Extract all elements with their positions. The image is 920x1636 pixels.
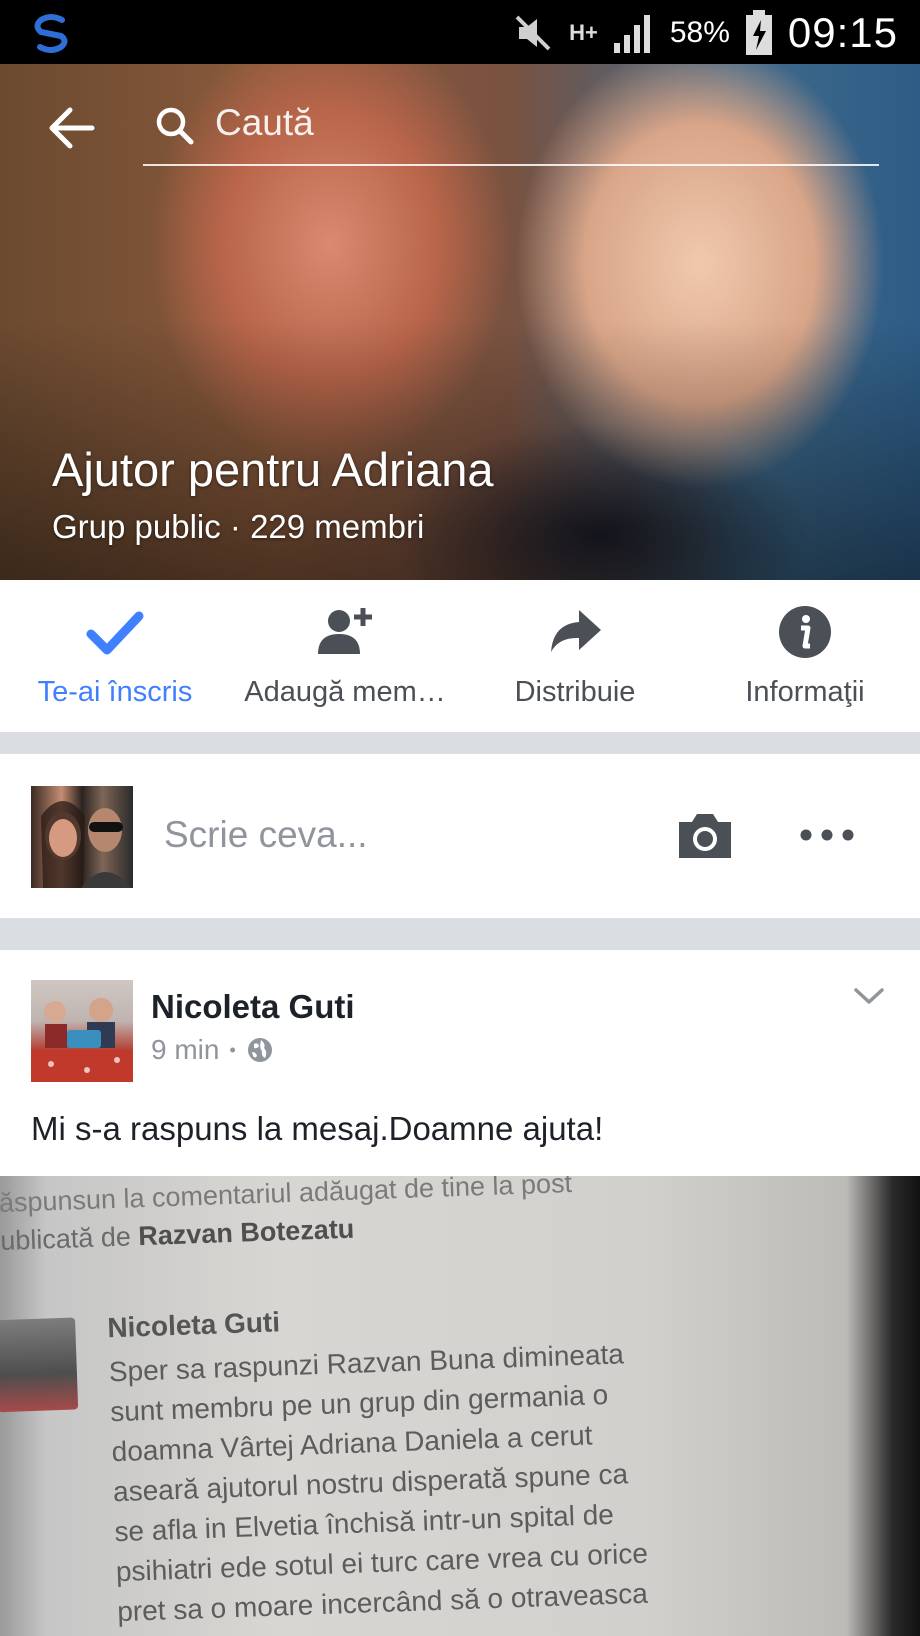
avatar-photo bbox=[41, 801, 131, 888]
app-logo-icon bbox=[34, 14, 68, 53]
screenshot-photo: ăspunsun la comentariul adăugat de tine … bbox=[0, 1176, 916, 1636]
search-placeholder: Caută bbox=[215, 102, 314, 143]
joined-button[interactable]: Te-ai înscris bbox=[0, 580, 230, 732]
post-image[interactable]: ăspunsun la comentariul adăugat de tine … bbox=[0, 1176, 920, 1636]
image-text-line: ublicată de Razvan Botezatu bbox=[0, 1214, 355, 1257]
signal-icon bbox=[613, 15, 650, 53]
post-text: Mi s-a raspuns la mesaj.Doamne ajuta! bbox=[31, 1110, 604, 1147]
image-commenter-name: Nicoleta Guti bbox=[106, 1306, 281, 1344]
image-text-line: doamna Vârtej Adriana Daniela a cerut bbox=[111, 1419, 593, 1468]
add-members-button[interactable]: Adaugă mem… bbox=[230, 580, 460, 732]
globe-icon bbox=[247, 1038, 272, 1062]
network-type: H+ bbox=[569, 20, 598, 45]
battery-percent: 58% bbox=[669, 16, 730, 49]
chevron-down-icon[interactable] bbox=[852, 984, 886, 1010]
image-text-name: Razvan Botezatu bbox=[137, 1213, 355, 1252]
search-input[interactable]: Caută bbox=[143, 98, 879, 166]
section-divider bbox=[0, 918, 920, 950]
author-name[interactable]: Nicoleta Guti bbox=[151, 988, 355, 1026]
meta-separator: • bbox=[229, 1039, 236, 1060]
group-actions: Te-ai înscris Adaugă mem… Distribuie Inf… bbox=[0, 580, 920, 732]
author-avatar[interactable] bbox=[31, 980, 133, 1082]
user-avatar bbox=[31, 786, 133, 888]
add-members-label: Adaugă mem… bbox=[244, 676, 446, 708]
post-time[interactable]: 9 min bbox=[151, 1034, 219, 1066]
more-options-icon[interactable] bbox=[798, 820, 856, 850]
info-label: Informaţii bbox=[745, 676, 865, 708]
group-subtitle: Grup public · 229 membri bbox=[52, 508, 425, 545]
info-icon bbox=[779, 606, 831, 658]
top-bar: Caută bbox=[0, 64, 920, 176]
post-composer[interactable]: Scrie ceva... bbox=[0, 754, 920, 918]
search-icon bbox=[156, 107, 194, 145]
group-title: Ajutor pentru Adriana bbox=[52, 443, 494, 496]
info-button[interactable]: Informaţii bbox=[690, 580, 920, 732]
author-avatar-photo bbox=[31, 998, 133, 1082]
share-arrow-icon bbox=[551, 610, 601, 652]
image-text-line: ăspunsun la comentariul adăugat de tine … bbox=[0, 1176, 573, 1219]
add-person-icon bbox=[318, 608, 372, 654]
feed-post: Nicoleta Guti 9 min • Mi s-a raspuns la … bbox=[0, 950, 920, 1636]
image-text-prefix: ublicată de bbox=[0, 1221, 132, 1257]
joined-label: Te-ai înscris bbox=[37, 676, 193, 708]
battery-charging-icon bbox=[745, 10, 772, 55]
section-divider bbox=[0, 732, 920, 754]
post-meta: 9 min • bbox=[151, 1034, 274, 1066]
back-arrow-icon[interactable] bbox=[44, 100, 100, 156]
clock: 09:15 bbox=[787, 9, 898, 56]
share-label: Distribuie bbox=[514, 676, 636, 708]
commenter-thumbnail bbox=[0, 1317, 79, 1413]
write-something-input[interactable]: Scrie ceva... bbox=[164, 814, 368, 856]
camera-icon[interactable] bbox=[675, 808, 735, 862]
checkmark-icon bbox=[86, 611, 144, 655]
mute-icon bbox=[515, 15, 551, 51]
status-bar: H+ 58% 09:15 bbox=[0, 0, 920, 64]
share-button[interactable]: Distribuie bbox=[460, 580, 690, 732]
